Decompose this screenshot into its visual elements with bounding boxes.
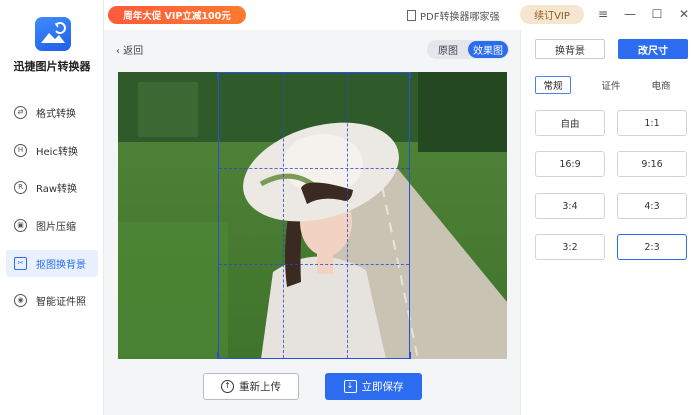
- sidebar-item-compress[interactable]: ▣ 图片压缩: [6, 212, 98, 239]
- sidebar-item-label: 抠图换背景: [36, 260, 86, 271]
- sidebar-item-label: 图片压缩: [36, 222, 76, 233]
- crop-handle[interactable]: [217, 72, 225, 79]
- crop-grid-line: [347, 73, 348, 358]
- ratio-9-16[interactable]: 9:16: [617, 151, 687, 177]
- ratio-16-9[interactable]: 16:9: [535, 151, 605, 177]
- image-canvas[interactable]: [118, 72, 507, 359]
- sidebar-item-label: Heic转换: [36, 147, 78, 158]
- ratio-free[interactable]: 自由: [535, 110, 605, 136]
- maximize-icon[interactable]: ☐: [649, 6, 665, 22]
- reupload-button[interactable]: ↑ 重新上传: [203, 373, 299, 400]
- app-title: 迅捷图片转换器: [13, 60, 91, 73]
- ratio-3-4[interactable]: 3:4: [535, 193, 605, 219]
- category-general[interactable]: 常规: [535, 76, 571, 94]
- download-icon: ↓: [343, 380, 357, 393]
- crop-handle[interactable]: [403, 72, 411, 79]
- cutout-icon: ✂: [14, 257, 27, 270]
- format-convert-icon: ⇄: [14, 106, 27, 119]
- title-bar: 周年大促 VIP立减100元 PDF转换器哪家强 续订VIP ≡ — ☐ ✕: [104, 0, 700, 30]
- resize-tab[interactable]: 改尺寸: [618, 39, 688, 59]
- compress-icon: ▣: [14, 219, 27, 232]
- category-id[interactable]: 证件: [593, 76, 629, 94]
- sidebar-item-label: 格式转换: [36, 109, 76, 120]
- raw-icon: R: [14, 181, 27, 194]
- reupload-label: 重新上传: [239, 381, 281, 393]
- crop-handle[interactable]: [403, 352, 411, 359]
- settings-panel: 换背景 改尺寸 常规 证件 电商 自由 1:1 16:9 9:16 3:4 4:…: [520, 30, 700, 415]
- sidebar: 迅捷图片转换器 ⇄ 格式转换 H Heic转换 R Raw转换 ▣ 图片压缩 ✂…: [0, 0, 104, 415]
- sidebar-item-heic[interactable]: H Heic转换: [6, 137, 98, 164]
- save-label: 立即保存: [361, 381, 404, 393]
- upload-icon: ↑: [221, 380, 234, 393]
- ratio-3-2[interactable]: 3:2: [535, 234, 605, 260]
- pdf-file-icon: [407, 10, 416, 21]
- close-icon[interactable]: ✕: [676, 6, 692, 22]
- crop-grid-line: [283, 73, 284, 358]
- crop-grid-line: [219, 264, 409, 265]
- tab-original[interactable]: 原图: [428, 41, 468, 58]
- promo-banner[interactable]: 周年大促 VIP立减100元: [108, 6, 246, 24]
- back-button[interactable]: ‹ 返回: [116, 42, 143, 57]
- app-logo-icon: [35, 17, 71, 51]
- sidebar-item-id-photo[interactable]: ◉ 智能证件照: [6, 287, 98, 314]
- id-photo-icon: ◉: [14, 294, 27, 307]
- category-ecommerce[interactable]: 电商: [643, 76, 679, 94]
- sidebar-item-format-convert[interactable]: ⇄ 格式转换: [6, 99, 98, 126]
- renew-vip-button[interactable]: 续订VIP: [520, 5, 584, 24]
- sidebar-item-cutout[interactable]: ✂ 抠图换背景: [6, 250, 98, 277]
- change-background-tab[interactable]: 换背景: [535, 39, 605, 59]
- menu-icon[interactable]: ≡: [595, 6, 611, 22]
- view-toggle: 原图 效果图: [427, 40, 509, 59]
- heic-icon: H: [14, 144, 27, 157]
- ratio-1-1[interactable]: 1:1: [617, 110, 687, 136]
- crop-handle[interactable]: [217, 352, 225, 359]
- crop-grid-line: [219, 168, 409, 169]
- pdf-link-label: PDF转换器哪家强: [420, 12, 500, 23]
- sidebar-item-label: Raw转换: [36, 184, 78, 195]
- crop-frame[interactable]: [217, 72, 411, 359]
- save-button[interactable]: ↓ 立即保存: [325, 373, 422, 400]
- ratio-2-3[interactable]: 2:3: [617, 234, 687, 260]
- pdf-converter-link[interactable]: PDF转换器哪家强: [407, 8, 499, 23]
- sidebar-item-raw[interactable]: R Raw转换: [6, 174, 98, 201]
- minimize-icon[interactable]: —: [622, 6, 638, 22]
- sidebar-item-label: 智能证件照: [36, 297, 86, 308]
- tab-result[interactable]: 效果图: [468, 41, 508, 58]
- editor-area: ‹ 返回 原图 效果图 ↑ 重新上传 ↓ 立即保存: [104, 30, 520, 415]
- ratio-4-3[interactable]: 4:3: [617, 193, 687, 219]
